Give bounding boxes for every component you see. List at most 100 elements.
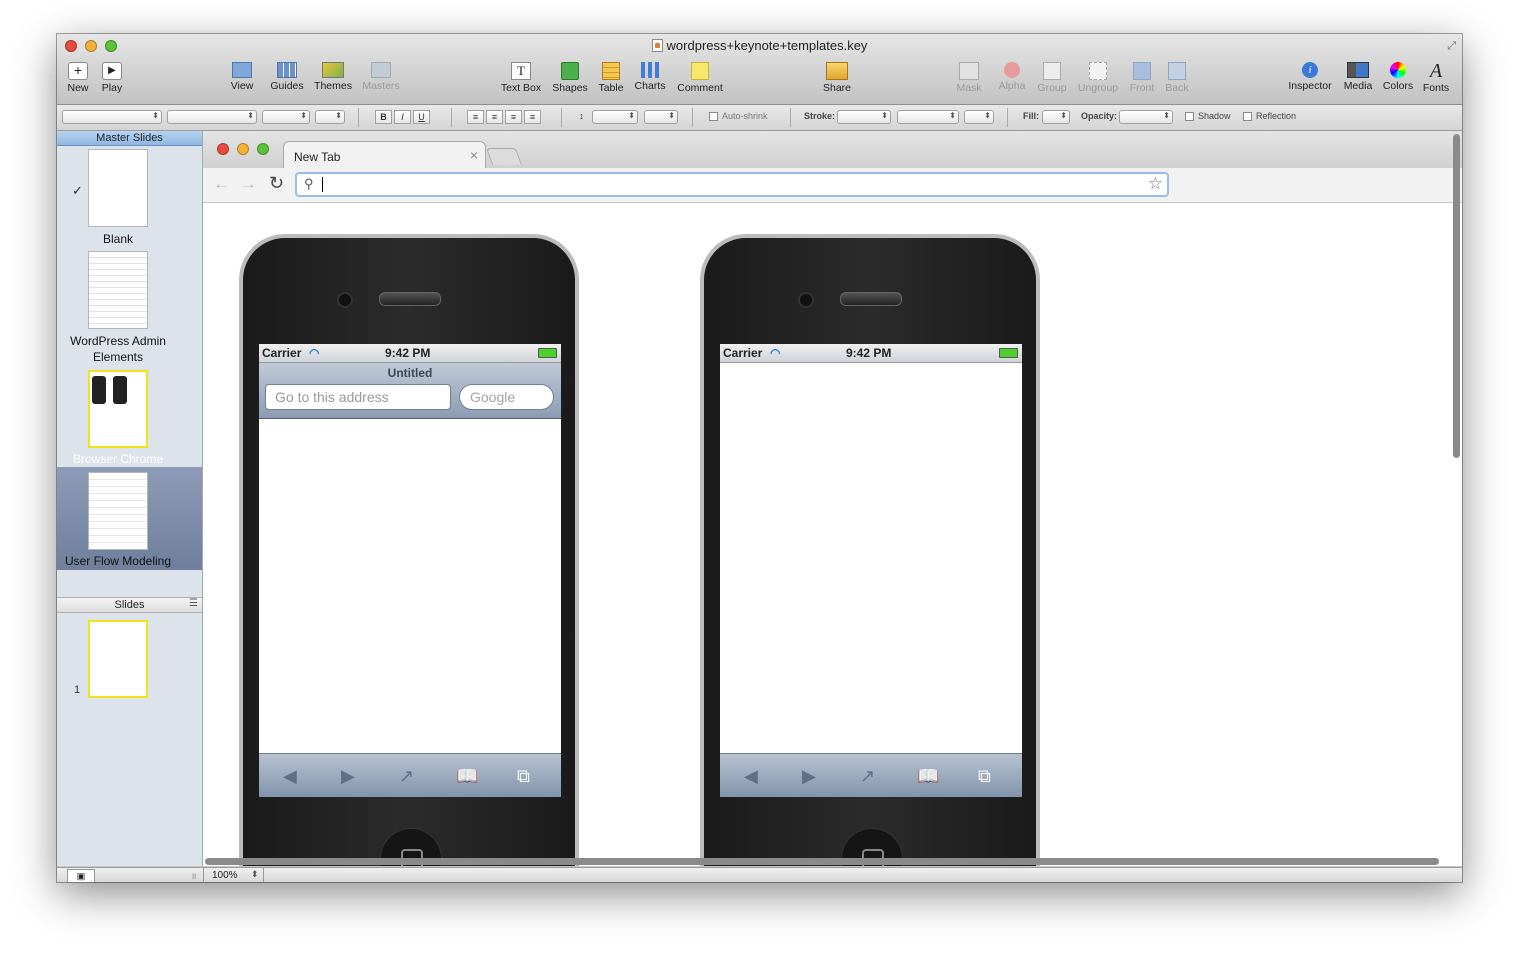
fullscreen-icon[interactable]: ⤢ (1447, 40, 1456, 53)
pages-icon[interactable]: ⧉ (978, 766, 991, 787)
bold-button[interactable]: B (375, 110, 392, 124)
share-icon[interactable]: ↗ (860, 766, 875, 787)
align-right-icon[interactable]: ≡ (505, 110, 522, 124)
stroke-width-popup[interactable] (897, 110, 959, 124)
comment-label: Comment (677, 82, 723, 94)
slide-thumb-1[interactable] (88, 620, 148, 698)
tab-new-tab[interactable]: New Tab × (283, 141, 486, 169)
underline-button[interactable]: U (413, 110, 430, 124)
group-button[interactable]: Group (1035, 62, 1069, 94)
tab-close-icon[interactable]: × (470, 147, 478, 163)
safari-toolbar: ◀ ▶ ↗ 📖 ⧉ (259, 753, 561, 797)
auto-shrink-checkbox[interactable] (709, 112, 718, 121)
alpha-button[interactable]: Alpha (995, 62, 1029, 92)
horizontal-scrollbar[interactable] (205, 858, 1439, 865)
window-title: wordpress+keynote+templates.key (57, 38, 1462, 53)
bookmarks-icon[interactable]: 📖 (917, 766, 939, 787)
media-button[interactable]: Media (1341, 62, 1375, 92)
font-size-field[interactable] (315, 110, 345, 124)
back-button[interactable]: Back (1163, 62, 1191, 94)
line-spacing-icon[interactable]: ↕ (573, 110, 590, 124)
share-label: Share (822, 82, 852, 94)
zoom-stepper-icon[interactable]: ⬍ (251, 869, 259, 880)
style-popup[interactable] (62, 110, 162, 124)
charts-button[interactable]: Charts (633, 62, 667, 92)
view-button[interactable]: View (224, 62, 260, 92)
master-thumb-user-flow[interactable] (88, 472, 148, 550)
stroke-style-popup[interactable] (837, 110, 891, 124)
bookmarks-icon[interactable]: 📖 (456, 766, 478, 787)
slides-header[interactable]: Slides (57, 597, 202, 613)
share-icon[interactable]: ↗ (399, 766, 414, 787)
divider (692, 108, 693, 127)
back-arrow-icon[interactable]: ← (213, 174, 230, 194)
view-label: View (230, 80, 254, 92)
mask-label: Mask (956, 82, 982, 94)
themes-icon (322, 62, 344, 78)
reflection-label: Reflection (1256, 111, 1297, 121)
search-field[interactable]: Google (459, 384, 554, 410)
master-slides-header[interactable]: Master Slides (57, 131, 202, 146)
ungroup-button[interactable]: Ungroup (1075, 62, 1121, 94)
omnibox-input[interactable]: ⚲ ☆ (295, 172, 1169, 197)
battery-icon (538, 348, 557, 358)
back-icon[interactable]: ◀ (744, 766, 758, 787)
font-icon: A (1429, 60, 1443, 82)
forward-icon[interactable]: ▶ (802, 766, 816, 787)
back-icon[interactable]: ◀ (283, 766, 297, 787)
colors-button[interactable]: Colors (1381, 62, 1415, 92)
align-left-icon[interactable]: ≡ (467, 110, 484, 124)
vertical-scrollbar[interactable] (1453, 134, 1460, 458)
themes-button[interactable]: Themes (313, 62, 353, 92)
font-family-popup[interactable] (167, 110, 257, 124)
ungroup-label: Ungroup (1077, 82, 1119, 94)
forward-icon[interactable]: ▶ (341, 766, 355, 787)
mask-icon (959, 62, 979, 80)
browser-minimize-button[interactable] (237, 143, 249, 155)
comment-button[interactable]: Comment (675, 62, 725, 94)
slide-canvas[interactable]: New Tab × ← → ↻ ⚲ ☆ Carrier ◠ 9:42 PM Un… (203, 131, 1462, 866)
opacity-popup[interactable] (1119, 110, 1173, 124)
front-button[interactable]: Front (1127, 62, 1157, 94)
forward-arrow-icon[interactable]: → (240, 174, 257, 194)
align-justify-icon[interactable]: ≡ (524, 110, 541, 124)
inspector-button[interactable]: i Inspector (1285, 62, 1335, 92)
browser-close-button[interactable] (217, 143, 229, 155)
text-box-button[interactable]: T Text Box (499, 62, 543, 94)
master-thumb-browser-chrome[interactable] (88, 370, 148, 448)
zoom-level[interactable]: 100% (212, 870, 238, 881)
guides-button[interactable]: Guides (268, 62, 306, 92)
font-style-popup[interactable] (262, 110, 310, 124)
document-icon (651, 39, 663, 52)
reflection-checkbox[interactable] (1243, 112, 1252, 121)
address-field[interactable]: Go to this address (265, 384, 451, 410)
new-tab-button[interactable] (485, 148, 523, 165)
italic-button[interactable]: I (394, 110, 411, 124)
fonts-button[interactable]: A Fonts (1421, 60, 1451, 94)
fill-color-well[interactable] (1042, 110, 1070, 124)
play-button[interactable]: ▶ Play (99, 62, 125, 94)
columns-popup[interactable] (644, 110, 678, 124)
bookmark-star-icon[interactable]: ☆ (1148, 174, 1163, 194)
mask-button[interactable]: Mask (953, 62, 985, 94)
view-mode-popup[interactable]: ▣ (67, 869, 95, 882)
shapes-label: Shapes (552, 82, 588, 94)
share-button[interactable]: Share (821, 62, 853, 94)
shapes-button[interactable]: Shapes (551, 62, 589, 94)
stroke-color-well[interactable] (964, 110, 994, 124)
align-center-icon[interactable]: ≡ (486, 110, 503, 124)
masters-button[interactable]: Masters (361, 62, 401, 92)
shadow-checkbox[interactable] (1185, 112, 1194, 121)
send-back-icon (1168, 62, 1186, 80)
pages-icon[interactable]: ⧉ (517, 766, 530, 787)
reload-icon[interactable]: ↻ (269, 173, 284, 194)
table-button[interactable]: Table (597, 62, 625, 94)
master-thumb-wordpress-admin[interactable] (88, 251, 148, 329)
line-spacing-popup[interactable] (592, 110, 638, 124)
phone-thumb-icon (113, 376, 127, 404)
browser-zoom-button[interactable] (257, 143, 269, 155)
master-thumb-blank[interactable] (88, 149, 148, 227)
list-view-icon[interactable]: ☰ (189, 598, 198, 609)
sidebar-resize-handle[interactable]: ॥ (191, 869, 196, 882)
new-button[interactable]: + New (65, 62, 91, 94)
